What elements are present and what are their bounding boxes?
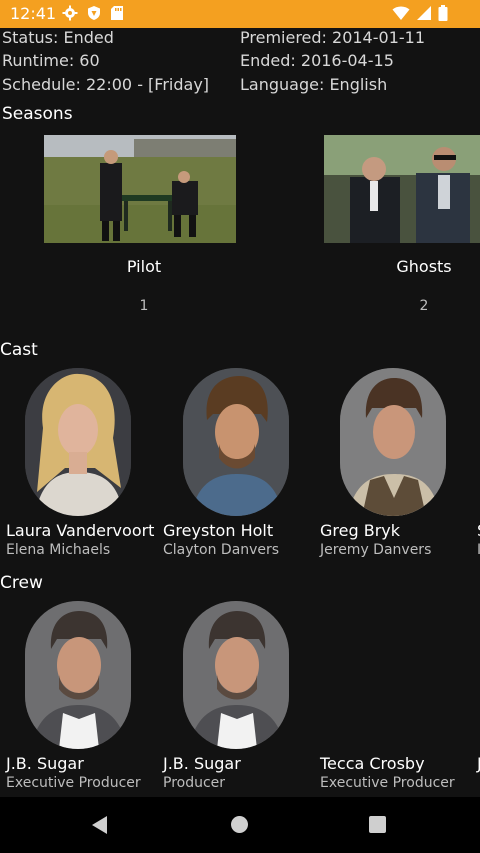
season-2-number: 2: [419, 298, 429, 314]
seasons-heading: Seasons: [2, 104, 73, 124]
crew-1-role: Executive Producer: [6, 775, 141, 791]
cast-1-role: Elena Michaels: [6, 542, 111, 558]
season-1-image[interactable]: [44, 135, 236, 243]
season-1-title: Pilot: [126, 257, 162, 276]
cast-2-photo[interactable]: [183, 368, 289, 516]
crew-2-role: Producer: [163, 775, 226, 791]
crew-3-name: Tecca Crosby: [320, 754, 425, 773]
schedule-text: Schedule: 22:00 - [Friday]: [2, 75, 210, 94]
home-icon[interactable]: [231, 816, 248, 833]
status-icons-left: [62, 5, 124, 25]
recents-icon[interactable]: [369, 816, 386, 833]
crew-1-name: J.B. Sugar: [6, 754, 84, 773]
battery-icon: [438, 5, 448, 25]
season-2-image[interactable]: [324, 135, 480, 243]
language-text: Language: English: [240, 75, 388, 94]
ended-text: Ended: 2016-04-15: [240, 51, 394, 70]
status-bar: 12:41: [0, 0, 480, 28]
cast-1-name: Laura Vandervoort: [6, 521, 155, 540]
status-time: 12:41: [10, 4, 57, 23]
status-icons-right: [392, 5, 448, 25]
premiered-text: Premiered: 2014-01-11: [240, 28, 425, 47]
cast-3-photo[interactable]: [340, 368, 446, 516]
navigation-bar: [0, 797, 480, 853]
signal-icon: [416, 5, 432, 25]
cast-1-photo[interactable]: [25, 368, 131, 516]
runtime-text: Runtime: 60: [2, 51, 100, 70]
back-icon[interactable]: [90, 815, 110, 839]
status-text: Status: Ended: [2, 28, 114, 47]
gear-icon: [62, 5, 78, 25]
crew-heading: Crew: [0, 573, 43, 593]
wifi-icon: [392, 5, 410, 25]
cast-2-role: Clayton Danvers: [163, 542, 280, 558]
cast-heading: Cast: [0, 340, 38, 360]
season-1-number: 1: [139, 298, 149, 314]
sdcard-icon: [110, 5, 124, 25]
cast-3-role: Jeremy Danvers: [320, 542, 432, 558]
crew-2-name: J.B. Sugar: [163, 754, 241, 773]
crew-1-photo[interactable]: [25, 601, 131, 749]
crew-2-photo[interactable]: [183, 601, 289, 749]
crew-3-role: Executive Producer: [320, 775, 455, 791]
shield-icon: [86, 5, 102, 25]
cast-2-name: Greyston Holt: [163, 521, 274, 540]
season-2-title: Ghosts: [396, 257, 452, 276]
cast-3-name: Greg Bryk: [320, 521, 400, 540]
